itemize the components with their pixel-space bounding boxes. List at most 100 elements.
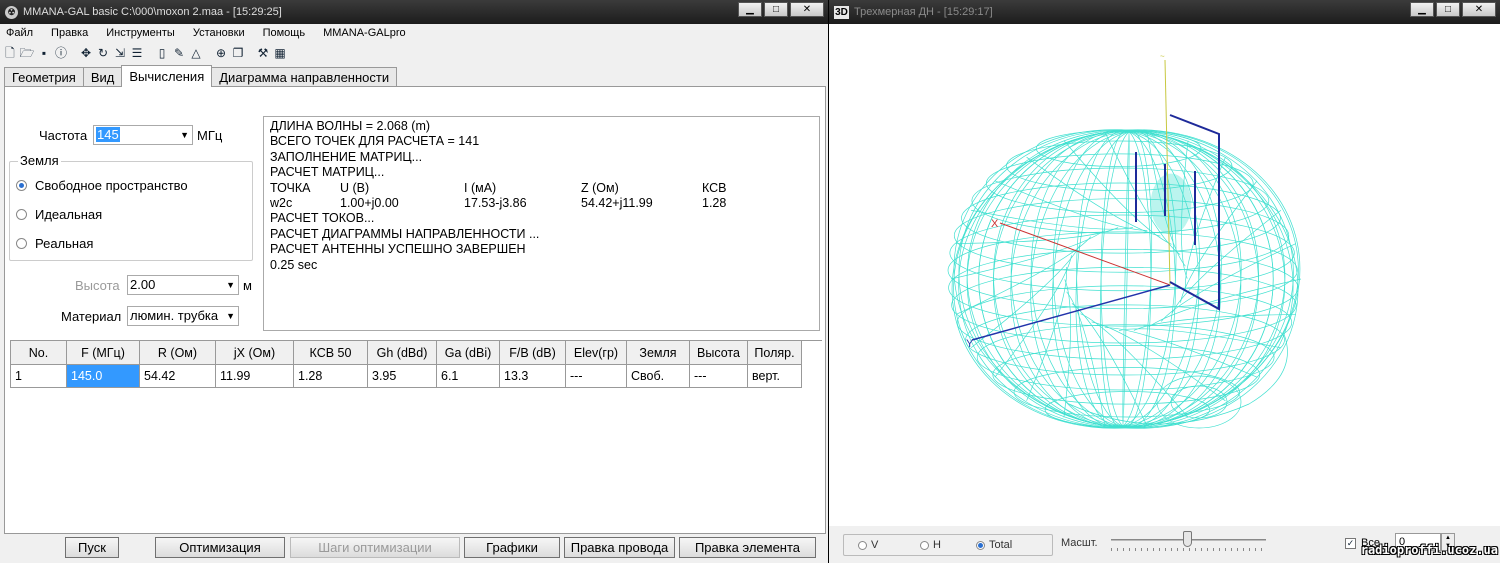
height-unit: м	[243, 278, 252, 293]
tab-geometry[interactable]: Геометрия	[4, 67, 84, 87]
menu-tools[interactable]: Инструменты	[104, 27, 177, 39]
radio-free-space[interactable]: Свободное пространство	[16, 178, 188, 193]
log-line: ВСЕГО ТОЧЕК ДЛЯ РАСЧЕТА = 141	[270, 134, 480, 149]
cell-polarization[interactable]: верт.	[747, 364, 802, 388]
minimize-button[interactable]: ▁	[738, 2, 762, 17]
scale-slider-ticks	[1111, 548, 1266, 551]
triangle-icon[interactable]: △	[188, 45, 204, 61]
cell-resistance[interactable]: 54.42	[139, 364, 216, 388]
col-no[interactable]: No.	[10, 340, 67, 365]
optimize-button[interactable]: Оптимизация	[155, 537, 285, 558]
cell-reactance[interactable]: 11.99	[215, 364, 294, 388]
rotate-icon[interactable]: ↻	[95, 45, 111, 61]
cell-swr50[interactable]: 1.28	[293, 364, 368, 388]
col-polarization[interactable]: Поляр.	[747, 340, 802, 365]
col-height[interactable]: Высота	[689, 340, 748, 365]
pattern-3d-view[interactable]: X Y ~	[829, 24, 1500, 526]
tab-calculations[interactable]: Вычисления	[121, 65, 213, 87]
cell-frequency[interactable]: 145.0	[66, 364, 140, 388]
log-header-swr: КСВ	[702, 180, 727, 195]
start-button[interactable]: Пуск	[65, 537, 119, 558]
cell-elevation[interactable]: ---	[565, 364, 627, 388]
tab-view[interactable]: Вид	[82, 67, 123, 87]
edit-element-button[interactable]: Правка элемента	[679, 537, 816, 558]
pattern-window-title: Трехмерная ДН - [15:29:17]	[854, 6, 993, 18]
radio-total[interactable]: Total	[976, 539, 1012, 551]
tools-icon[interactable]: ⚒	[255, 45, 271, 61]
log-header-current: I (мА)	[464, 180, 497, 195]
menu-settings[interactable]: Установки	[191, 27, 247, 39]
chevron-down-icon[interactable]: ▼	[226, 276, 235, 294]
col-ga[interactable]: Ga (dBi)	[436, 340, 500, 365]
edit-shape-icon[interactable]: ✎	[171, 45, 187, 61]
radiation-pattern-plot[interactable]: X Y ~	[829, 24, 1500, 526]
mmana-main-window: ☢ MMANA-GAL basic C:\000\moxon 2.maa - […	[0, 0, 828, 563]
menu-file[interactable]: Файл	[4, 27, 35, 39]
frequency-combo[interactable]: 145 ▼	[93, 125, 193, 145]
chevron-down-icon[interactable]: ▼	[226, 307, 235, 325]
col-ground[interactable]: Земля	[626, 340, 690, 365]
radio-indicator[interactable]	[976, 540, 985, 550]
col-frequency[interactable]: F (МГц)	[66, 340, 140, 365]
calculation-log[interactable]: ДЛИНА ВОЛНЫ = 2.068 (m) ВСЕГО ТОЧЕК ДЛЯ …	[263, 116, 820, 331]
new-file-icon[interactable]: 🗋	[2, 45, 18, 61]
calculator-icon[interactable]: ▦	[272, 45, 288, 61]
material-combo[interactable]: люмин. трубка ▼	[127, 306, 239, 326]
menu-edit[interactable]: Правка	[49, 27, 90, 39]
cell-gh[interactable]: 3.95	[367, 364, 437, 388]
radio-indicator[interactable]	[16, 180, 27, 191]
col-fb[interactable]: F/B (dB)	[499, 340, 566, 365]
chevron-down-icon[interactable]: ▼	[180, 126, 189, 144]
minimize-button[interactable]: ▁	[1410, 2, 1434, 17]
split-icon[interactable]: ☰	[129, 45, 145, 61]
radio-h[interactable]: H	[920, 539, 941, 551]
cell-ga[interactable]: 6.1	[436, 364, 500, 388]
height-combo[interactable]: 2.00 ▼	[127, 275, 239, 295]
copy-icon[interactable]: ❐	[230, 45, 246, 61]
radio-indicator[interactable]	[16, 209, 27, 220]
tab-pattern[interactable]: Диаграмма направленности	[211, 67, 398, 87]
cell-ground[interactable]: Своб.	[626, 364, 690, 388]
open-folder-icon[interactable]: 🗁	[19, 45, 35, 61]
col-resistance[interactable]: R (Ом)	[139, 340, 216, 365]
radio-indicator[interactable]	[858, 540, 867, 550]
close-button[interactable]: ✕	[1462, 2, 1496, 17]
radio-real[interactable]: Реальная	[16, 236, 93, 251]
pattern-titlebar[interactable]: 3D Трехмерная ДН - [15:29:17] ▁ □ ✕	[829, 0, 1500, 24]
maximize-button[interactable]: □	[1436, 2, 1460, 17]
col-swr50[interactable]: КСВ 50	[293, 340, 368, 365]
ground-group-title: Земля	[18, 153, 61, 168]
cell-fb[interactable]: 13.3	[499, 364, 566, 388]
col-gh[interactable]: Gh (dBd)	[367, 340, 437, 365]
table-row[interactable]: 1 145.0 54.42 11.99 1.28 3.95 6.1 13.3 -…	[10, 364, 802, 388]
maximize-button[interactable]: □	[764, 2, 788, 17]
col-reactance[interactable]: jX (Ом)	[215, 340, 294, 365]
graphs-button[interactable]: Графики	[464, 537, 560, 558]
scale-icon[interactable]: ⇲	[112, 45, 128, 61]
log-header-impedance: Z (Ом)	[581, 180, 619, 195]
radio-indicator[interactable]	[920, 540, 929, 550]
page-icon[interactable]: ▯	[154, 45, 170, 61]
radio-h-label: H	[933, 539, 941, 551]
radio-indicator[interactable]	[16, 238, 27, 249]
info-icon[interactable]: ⓘ	[53, 45, 69, 61]
frequency-unit: МГц	[197, 128, 223, 143]
radio-v[interactable]: V	[858, 539, 878, 551]
scale-slider-thumb[interactable]	[1183, 531, 1192, 547]
radio-v-label: V	[871, 539, 879, 551]
all-checkbox[interactable]: ✓	[1345, 538, 1356, 549]
close-button[interactable]: ✕	[790, 2, 824, 17]
move-icon[interactable]: ✥	[78, 45, 94, 61]
log-line: ДЛИНА ВОЛНЫ = 2.068 (m)	[270, 119, 431, 133]
cell-no[interactable]: 1	[10, 364, 67, 388]
main-titlebar[interactable]: ☢ MMANA-GAL basic C:\000\moxon 2.maa - […	[0, 0, 828, 24]
optimization-steps-button[interactable]: Шаги оптимизации	[290, 537, 460, 558]
cell-height[interactable]: ---	[689, 364, 748, 388]
radio-ideal[interactable]: Идеальная	[16, 207, 102, 222]
edit-wire-button[interactable]: Правка провода	[564, 537, 675, 558]
col-elevation[interactable]: Elev(гр)	[565, 340, 627, 365]
menu-help[interactable]: Помощь	[261, 27, 308, 39]
target-icon[interactable]: ⊕	[213, 45, 229, 61]
save-icon[interactable]: ▪	[36, 45, 52, 61]
menu-pro[interactable]: MMANA-GALpro	[321, 27, 408, 39]
